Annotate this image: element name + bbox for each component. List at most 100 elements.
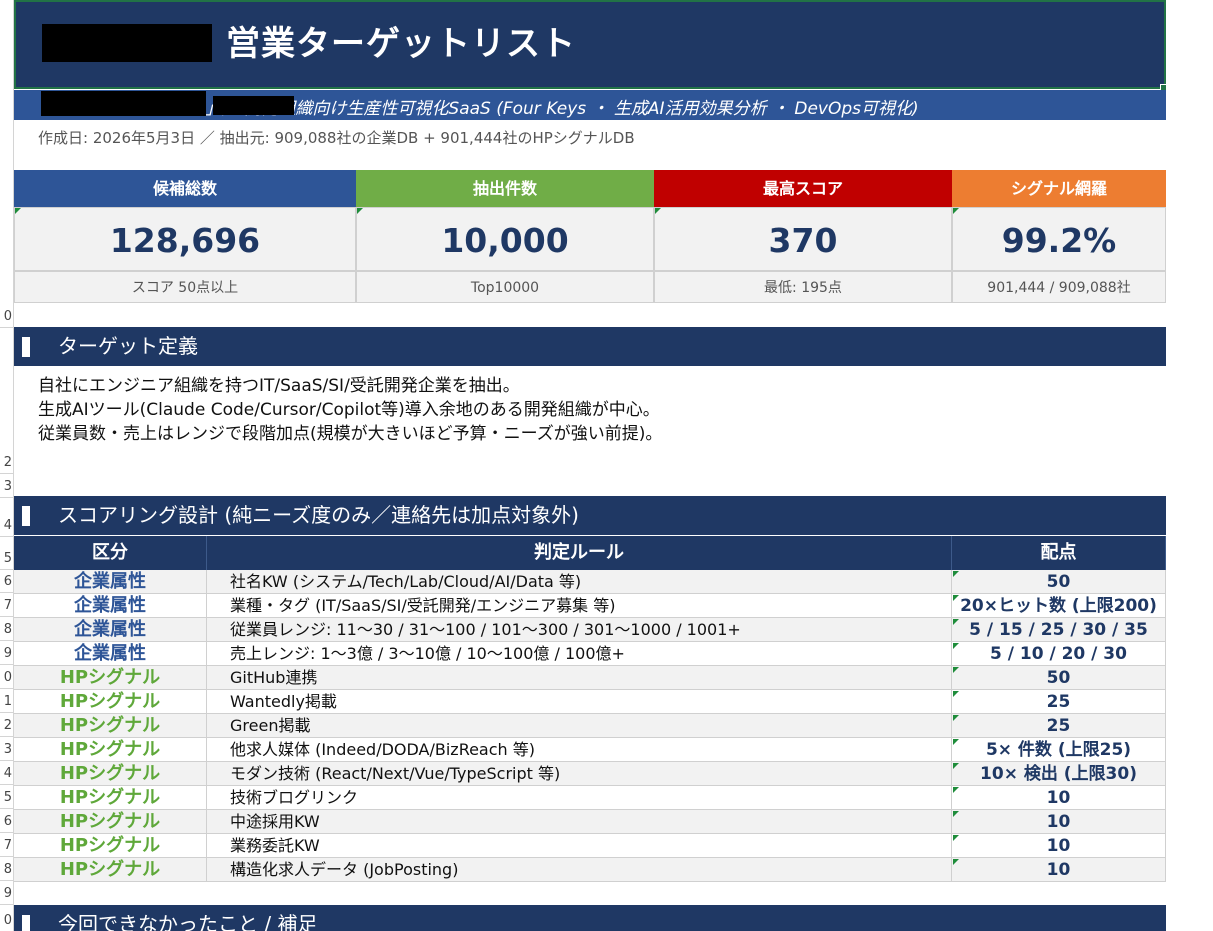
- row-number[interactable]: 2: [0, 455, 12, 470]
- category-cell[interactable]: HPシグナル: [14, 690, 207, 714]
- row-number[interactable]: 4: [0, 518, 12, 533]
- cell-comment-indicator: [953, 715, 959, 721]
- row-number[interactable]: 4: [0, 766, 12, 781]
- kpi-label[interactable]: 最高スコア: [654, 170, 952, 207]
- kpi-label[interactable]: 抽出件数: [356, 170, 654, 207]
- cell-comment-indicator: [655, 208, 661, 214]
- category-cell[interactable]: HPシグナル: [14, 738, 207, 762]
- points-cell[interactable]: 5 / 10 / 20 / 30: [952, 642, 1166, 666]
- row-number[interactable]: 7: [0, 598, 12, 613]
- category-cell[interactable]: 企業属性: [14, 642, 207, 666]
- kpi-note[interactable]: Top10000: [356, 271, 654, 303]
- rule-cell[interactable]: 従業員レンジ: 11〜30 / 31〜100 / 101〜300 / 301〜1…: [207, 618, 952, 642]
- rule-cell[interactable]: Green掲載: [207, 714, 952, 738]
- rule-cell[interactable]: Wantedly掲載: [207, 690, 952, 714]
- cell-comment-indicator: [15, 208, 21, 214]
- category-cell[interactable]: HPシグナル: [14, 834, 207, 858]
- rule-cell[interactable]: GitHub連携: [207, 666, 952, 690]
- row-number[interactable]: 0: [0, 670, 12, 685]
- points-cell[interactable]: 50: [952, 666, 1166, 690]
- row-number[interactable]: 0: [0, 913, 12, 928]
- row-divider: [0, 808, 14, 809]
- row-number[interactable]: 0: [0, 309, 12, 324]
- section-marker: [22, 337, 30, 357]
- row-number[interactable]: 1: [0, 694, 12, 709]
- points-cell[interactable]: 10: [952, 810, 1166, 834]
- row-number[interactable]: 8: [0, 622, 12, 637]
- category-cell[interactable]: HPシグナル: [14, 666, 207, 690]
- points-cell[interactable]: 10: [952, 858, 1166, 882]
- category-cell[interactable]: HPシグナル: [14, 786, 207, 810]
- points-cell[interactable]: 25: [952, 690, 1166, 714]
- section-header-notes: 今回できなかったこと / 補足: [14, 905, 1166, 931]
- rule-cell[interactable]: 中途採用KW: [207, 810, 952, 834]
- kpi-value[interactable]: 10,000: [356, 207, 654, 271]
- row-number[interactable]: 9: [0, 646, 12, 661]
- creation-meta: 作成日: 2026年5月3日 ／ 抽出元: 909,088社の企業DB + 90…: [38, 129, 635, 147]
- kpi-note[interactable]: 901,444 / 909,088社: [952, 271, 1166, 303]
- row-number[interactable]: 3: [0, 479, 12, 494]
- category-cell[interactable]: HPシグナル: [14, 714, 207, 738]
- cell-comment-indicator: [953, 739, 959, 745]
- rule-cell[interactable]: 業務委託KW: [207, 834, 952, 858]
- category-cell[interactable]: HPシグナル: [14, 810, 207, 834]
- rule-cell[interactable]: モダン技術 (React/Next/Vue/TypeScript 等): [207, 762, 952, 786]
- rule-cell[interactable]: 他求人媒体 (Indeed/DODA/BizReach 等): [207, 738, 952, 762]
- row-number[interactable]: 6: [0, 574, 12, 589]
- row-number[interactable]: 3: [0, 742, 12, 757]
- kpi-label[interactable]: 候補総数: [14, 170, 356, 207]
- cell-comment-indicator: [953, 667, 959, 673]
- column-header-category[interactable]: 区分: [14, 536, 207, 570]
- row-number[interactable]: 9: [0, 886, 12, 901]
- points-cell[interactable]: 10: [952, 786, 1166, 810]
- column-header-rule[interactable]: 判定ルール: [207, 536, 952, 570]
- points-cell[interactable]: 5× 件数 (上限25): [952, 738, 1166, 762]
- row-divider: [0, 640, 14, 641]
- kpi-value[interactable]: 370: [654, 207, 952, 271]
- column-header-points[interactable]: 配点: [952, 536, 1166, 570]
- kpi-label[interactable]: シグナル網羅: [952, 170, 1166, 207]
- category-cell[interactable]: HPシグナル: [14, 858, 207, 882]
- cell-comment-indicator: [953, 619, 959, 625]
- kpi-value[interactable]: 128,696: [14, 207, 356, 271]
- points-cell[interactable]: 5 / 15 / 25 / 30 / 35: [952, 618, 1166, 642]
- points-cell[interactable]: 10: [952, 834, 1166, 858]
- kpi-value[interactable]: 99.2%: [952, 207, 1166, 271]
- points-cell[interactable]: 25: [952, 714, 1166, 738]
- row-number[interactable]: 2: [0, 718, 12, 733]
- row-divider: [0, 536, 14, 537]
- cell-comment-indicator: [953, 595, 959, 601]
- category-cell[interactable]: HPシグナル: [14, 762, 207, 786]
- rule-cell[interactable]: 社名KW (システム/Tech/Lab/Cloud/AI/Data 等): [207, 570, 952, 594]
- row-divider: [0, 688, 14, 689]
- rule-cell[interactable]: 構造化求人データ (JobPosting): [207, 858, 952, 882]
- kpi-note[interactable]: 最低: 195点: [654, 271, 952, 303]
- category-cell[interactable]: 企業属性: [14, 570, 207, 594]
- section-header-scoring: スコアリング設計 (純ニーズ度のみ／連絡先は加点対象外): [14, 496, 1166, 535]
- points-cell[interactable]: 20×ヒット数 (上限200): [952, 594, 1166, 618]
- rule-cell[interactable]: 売上レンジ: 1〜3億 / 3〜10億 / 10〜100億 / 100億+: [207, 642, 952, 666]
- rule-cell[interactable]: 技術ブログリンク: [207, 786, 952, 810]
- row-divider: [0, 569, 14, 570]
- target-definition-line-1: 自社にエンジニア組織を持つIT/SaaS/SI/受託開発企業を抽出。: [38, 376, 520, 396]
- points-cell[interactable]: 50: [952, 570, 1166, 594]
- cell-comment-indicator: [953, 571, 959, 577]
- row-divider: [0, 712, 14, 713]
- category-cell[interactable]: 企業属性: [14, 594, 207, 618]
- row-divider: [0, 616, 14, 617]
- points-cell[interactable]: 10× 検出 (上限30): [952, 762, 1166, 786]
- row-number[interactable]: 5: [0, 790, 12, 805]
- row-divider: [0, 904, 14, 905]
- row-divider: [0, 664, 14, 665]
- row-number[interactable]: 5: [0, 551, 12, 566]
- row-divider: [0, 760, 14, 761]
- row-number[interactable]: 6: [0, 814, 12, 829]
- row-divider: [0, 473, 14, 474]
- category-cell[interactable]: 企業属性: [14, 618, 207, 642]
- row-number[interactable]: 8: [0, 862, 12, 877]
- rule-cell[interactable]: 業種・タグ (IT/SaaS/SI/受託開発/エンジニア募集 等): [207, 594, 952, 618]
- row-divider: [0, 832, 14, 833]
- kpi-note[interactable]: スコア 50点以上: [14, 271, 356, 303]
- cell-comment-indicator: [357, 208, 363, 214]
- row-number[interactable]: 7: [0, 838, 12, 853]
